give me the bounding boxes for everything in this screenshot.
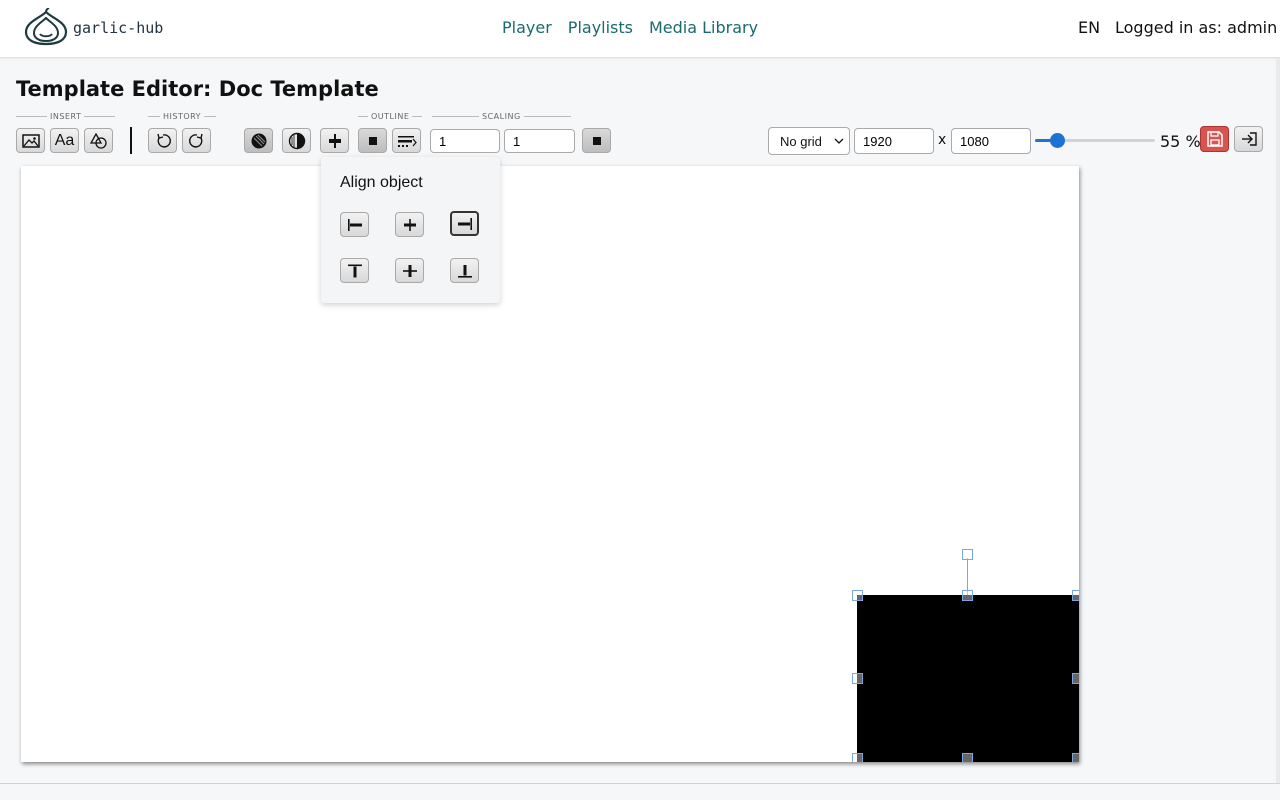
opacity-button[interactable] <box>282 128 311 153</box>
align-middle-vertical-button[interactable] <box>395 258 424 283</box>
nav-player[interactable]: Player <box>502 18 552 37</box>
text-icon: Aa <box>54 131 75 149</box>
nav-playlists[interactable]: Playlists <box>568 18 633 37</box>
outline-color-button[interactable] <box>358 128 387 153</box>
align-bottom-icon <box>457 264 472 278</box>
user-menu[interactable]: Logged in as: admin <box>1115 18 1277 37</box>
align-button[interactable] <box>320 128 349 153</box>
align-top-button[interactable] <box>340 258 369 283</box>
canvas-height-input[interactable] <box>951 128 1031 154</box>
align-right-icon <box>457 217 472 230</box>
align-left-button[interactable] <box>340 212 369 237</box>
language-selector[interactable]: EN <box>1078 18 1100 37</box>
resize-handle-left[interactable] <box>852 673 863 684</box>
align-center-horizontal-button[interactable] <box>395 212 424 237</box>
garlic-logo-icon <box>24 8 68 46</box>
main-nav: Player Playlists Media Library <box>502 18 758 37</box>
grid-select[interactable]: No grid <box>768 127 850 155</box>
popover-title: Align object <box>340 174 423 191</box>
insert-shape-button[interactable] <box>84 128 113 153</box>
fill-color-button[interactable] <box>244 128 273 153</box>
footer-divider <box>0 783 1280 784</box>
line-width-icon <box>397 135 417 147</box>
resize-handle-bottom[interactable] <box>962 753 973 762</box>
dimension-separator: x <box>938 132 947 148</box>
resize-handle-top-right[interactable] <box>1072 590 1079 601</box>
template-canvas[interactable] <box>21 166 1079 762</box>
redo-button[interactable] <box>182 128 211 153</box>
zoom-slider[interactable] <box>1035 132 1155 148</box>
align-object-popover: Align object <box>321 157 500 303</box>
zoom-label: 55 % <box>1160 132 1201 151</box>
resize-handle-right[interactable] <box>1072 673 1079 684</box>
scaling-lock-button[interactable] <box>582 128 611 153</box>
resize-handle-top[interactable] <box>962 590 973 601</box>
contrast-icon <box>288 132 305 149</box>
garlic-hub-logo[interactable]: garlic-hub <box>22 8 172 48</box>
scale-x-input[interactable] <box>430 129 500 153</box>
canvas-width-input[interactable] <box>854 128 934 154</box>
align-top-icon <box>347 264 362 277</box>
scaling-group-label: SCALING <box>432 112 571 121</box>
insert-text-button[interactable]: Aa <box>50 128 79 153</box>
exit-editor-button[interactable] <box>1234 126 1263 152</box>
image-icon <box>21 133 40 148</box>
align-left-icon <box>347 218 362 231</box>
align-middle-vertical-icon <box>402 264 417 277</box>
align-icon <box>328 133 341 148</box>
align-bottom-button[interactable] <box>450 258 479 283</box>
toolbar-separator <box>130 127 132 154</box>
exit-icon <box>1241 132 1257 146</box>
outline-width-button[interactable] <box>392 128 421 153</box>
align-center-horizontal-icon <box>403 218 416 231</box>
rotation-handle[interactable] <box>962 549 973 560</box>
save-icon <box>1206 131 1223 147</box>
outline-group-label: OUTLINE <box>358 112 423 121</box>
resize-handle-bottom-right[interactable] <box>1072 753 1079 762</box>
resize-handle-top-left[interactable] <box>852 590 863 601</box>
insert-image-button[interactable] <box>16 128 45 153</box>
page-title: Template Editor: Doc Template <box>16 77 379 101</box>
top-navigation-bar: garlic-hub Player Playlists Media Librar… <box>0 0 1280 58</box>
square-icon <box>592 136 601 145</box>
redo-icon <box>188 133 203 148</box>
logo-text: garlic-hub <box>73 19 164 37</box>
chevron-down-icon <box>834 138 844 144</box>
scale-y-input[interactable] <box>504 129 575 153</box>
zoom-slider-thumb[interactable] <box>1050 133 1065 148</box>
resize-handle-bottom-left[interactable] <box>852 753 863 762</box>
undo-button[interactable] <box>148 128 177 153</box>
outline-square-icon <box>368 136 377 145</box>
selected-rectangle-object[interactable] <box>857 595 1079 762</box>
shapes-icon <box>89 132 107 149</box>
nav-media-library[interactable]: Media Library <box>649 18 758 37</box>
align-right-button[interactable] <box>450 211 479 236</box>
page-scrollbar[interactable] <box>1276 58 1280 783</box>
undo-icon <box>156 133 171 148</box>
history-group-label: HISTORY <box>148 112 217 121</box>
insert-group-label: INSERT <box>16 112 116 121</box>
save-button[interactable] <box>1200 126 1229 152</box>
grid-select-value: No grid <box>780 133 822 149</box>
fill-color-icon <box>251 133 266 148</box>
